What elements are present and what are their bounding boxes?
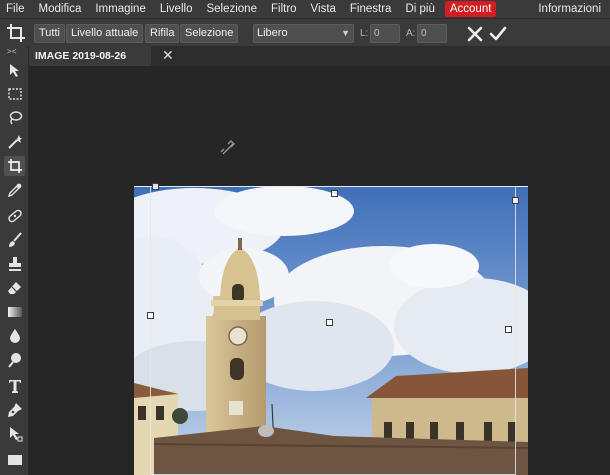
crop-icon — [7, 159, 22, 173]
move-icon — [9, 64, 19, 77]
lasso-icon — [9, 111, 22, 125]
marquee-icon — [7, 88, 22, 100]
toolbox: > < — [0, 46, 29, 475]
aspect-ratio-select[interactable]: Libero ▼ — [253, 24, 354, 43]
pen-icon — [7, 403, 22, 417]
drop-icon — [9, 329, 20, 343]
crop-frame[interactable] — [150, 186, 516, 475]
marquee-tool[interactable] — [4, 84, 25, 104]
eyedropper-tool[interactable] — [4, 180, 25, 200]
crop-tool[interactable] — [4, 156, 25, 176]
menu-vista[interactable]: Vista — [304, 0, 343, 18]
move-tool[interactable] — [4, 60, 25, 80]
crop-current-layer-button[interactable]: Livello attuale — [66, 24, 144, 43]
path-select-icon — [9, 427, 22, 442]
document-tab-title: IMAGE 2019-08-26 — [35, 50, 127, 62]
magic-wand-tool[interactable] — [4, 132, 25, 152]
crop-handle-top-left[interactable] — [152, 183, 159, 190]
aspect-ratio-value: Libero — [257, 27, 288, 39]
menu-informazioni[interactable]: Informazioni — [531, 0, 608, 18]
menu-file[interactable]: File — [0, 0, 32, 18]
path-select-tool[interactable] — [4, 424, 25, 444]
text-icon — [8, 380, 21, 393]
confirm-crop-icon[interactable] — [489, 25, 507, 43]
lasso-tool[interactable] — [4, 108, 25, 128]
close-icon[interactable]: ✕ — [162, 47, 174, 64]
blur-tool[interactable] — [4, 326, 25, 346]
crop-selection-button[interactable]: Selezione — [180, 24, 239, 43]
gradient-icon — [7, 307, 22, 317]
magic-wand-icon — [7, 135, 22, 149]
dodge-tool[interactable] — [4, 350, 25, 370]
menu-filtro[interactable]: Filtro — [264, 0, 304, 18]
pen-tool[interactable] — [4, 400, 25, 420]
eraser-tool[interactable] — [4, 278, 25, 298]
chevron-down-icon: ▼ — [341, 28, 350, 38]
menu-immagine[interactable]: Immagine — [88, 0, 153, 18]
crop-all-button[interactable]: Tutti — [34, 24, 65, 43]
gradient-tool[interactable] — [4, 302, 25, 322]
crop-handle-left[interactable] — [147, 312, 154, 319]
menu-finestra[interactable]: Finestra — [343, 0, 399, 18]
crop-handle-top[interactable] — [331, 190, 338, 197]
trim-button[interactable]: Rifila — [145, 24, 180, 43]
rectangle-icon — [7, 455, 22, 465]
spot-heal-tool[interactable] — [4, 206, 25, 226]
document-tab-bar: IMAGE 2019-08-26 ✕ — [29, 46, 610, 66]
menu-selezione[interactable]: Selezione — [199, 0, 264, 18]
document-tab[interactable]: IMAGE 2019-08-26 — [29, 46, 151, 66]
brush-icon — [8, 232, 22, 247]
height-field[interactable]: 0 — [417, 24, 447, 43]
width-label: L: — [360, 28, 369, 39]
eraser-icon — [7, 282, 21, 294]
options-bar: Tutti Livello attuale Rifila Selezione L… — [0, 18, 610, 46]
account-button[interactable]: Account — [444, 1, 497, 17]
cancel-crop-icon[interactable] — [466, 25, 484, 43]
eyedropper-icon — [7, 183, 21, 198]
crop-handle-center[interactable] — [326, 319, 333, 326]
cursor-icon — [220, 140, 235, 155]
dodge-icon — [7, 353, 21, 368]
height-label: A: — [406, 28, 416, 39]
crop-handle-right[interactable] — [505, 326, 512, 333]
width-field[interactable]: 0 — [370, 24, 400, 43]
menu-bar: File Modifica Immagine Livello Selezione… — [0, 0, 610, 18]
brush-tool[interactable] — [4, 230, 25, 250]
text-tool[interactable] — [4, 376, 25, 396]
stamp-tool[interactable] — [4, 254, 25, 274]
stamp-icon — [8, 257, 21, 271]
menu-di-piu[interactable]: Di più — [398, 0, 441, 18]
bandage-icon — [7, 209, 22, 223]
menu-modifica[interactable]: Modifica — [32, 0, 89, 18]
crop-icon — [7, 24, 25, 42]
shape-tool[interactable] — [4, 450, 25, 470]
crop-handle-top-right[interactable] — [512, 197, 519, 204]
menu-livello[interactable]: Livello — [153, 0, 200, 18]
toolbox-collapse-toggle[interactable]: > < — [7, 47, 17, 56]
